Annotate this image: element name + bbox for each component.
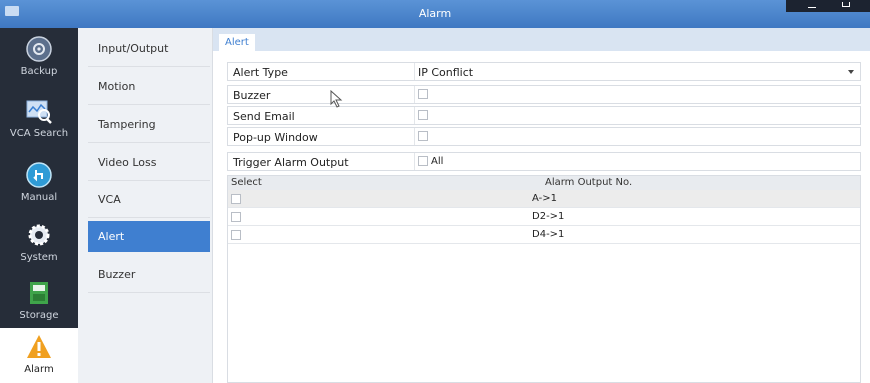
title-bar: Alarm [0, 0, 870, 28]
row-divider [414, 107, 415, 124]
manual-icon [26, 162, 52, 188]
popup-window-checkbox[interactable] [418, 131, 428, 141]
menu-item-tampering[interactable]: Tampering [88, 107, 210, 143]
menu-item-alert[interactable]: Alert [88, 221, 210, 252]
restore-button[interactable] [842, 2, 850, 7]
sidebar-item-alarm[interactable]: Alarm [0, 328, 78, 383]
row-checkbox[interactable] [231, 194, 241, 204]
sidebar-item-label: Backup [20, 66, 58, 77]
trigger-alarm-output-row: Trigger Alarm Output All [227, 152, 861, 171]
tab-alert[interactable]: Alert [219, 34, 255, 51]
alarm-menu: Input/Output Motion Tampering Video Loss… [78, 28, 213, 383]
row-divider [414, 153, 415, 170]
menu-item-video-loss[interactable]: Video Loss [88, 145, 210, 181]
row-divider [414, 63, 415, 80]
alarm-output-cell: A->1 [532, 193, 557, 204]
alert-type-label: Alert Type [233, 66, 288, 79]
popup-window-row: Pop-up Window [227, 127, 861, 146]
alarm-output-table: Select Alarm Output No. A->1 D2->1 D4->1 [227, 175, 861, 383]
system-icon [26, 222, 52, 248]
sidebar-item-label: Storage [19, 310, 59, 321]
sidebar-item-label: VCA Search [9, 128, 69, 139]
send-email-checkbox[interactable] [418, 110, 428, 120]
menu-item-motion[interactable]: Motion [88, 69, 210, 105]
table-header: Select Alarm Output No. [228, 176, 860, 190]
content-area: Alert Alert Type IP Conflict Buzzer Send… [213, 28, 870, 383]
table-row[interactable]: A->1 [228, 190, 860, 208]
sidebar-item-manual[interactable]: Manual [0, 162, 78, 220]
mouse-cursor-icon [330, 89, 344, 112]
buzzer-checkbox[interactable] [418, 89, 428, 99]
send-email-row: Send Email [227, 106, 861, 125]
row-divider [414, 128, 415, 145]
chevron-down-icon[interactable] [848, 70, 854, 74]
alarm-output-cell: D2->1 [532, 211, 565, 222]
table-row[interactable]: D4->1 [228, 226, 860, 244]
window-title: Alarm [418, 7, 452, 20]
sidebar-item-backup[interactable]: Backup [0, 36, 78, 94]
storage-icon [26, 280, 52, 306]
menu-item-buzzer[interactable]: Buzzer [88, 257, 210, 293]
sidebar-item-label: Manual [20, 192, 58, 203]
alarm-output-cell: D4->1 [532, 229, 565, 240]
main-sidebar: Backup VCA Search Manual System Storage … [0, 28, 78, 383]
buzzer-label: Buzzer [233, 89, 271, 102]
row-checkbox[interactable] [231, 230, 241, 240]
row-divider [414, 86, 415, 103]
tab-bar: Alert [213, 28, 870, 51]
minimize-button[interactable] [808, 7, 816, 8]
buzzer-row: Buzzer [227, 85, 861, 104]
trigger-alarm-output-label: Trigger Alarm Output [233, 156, 349, 169]
trigger-all-label: All [431, 156, 444, 167]
send-email-label: Send Email [233, 110, 295, 123]
sidebar-item-label: System [20, 252, 58, 263]
window-controls [786, 0, 870, 12]
menu-item-vca[interactable]: VCA [88, 182, 210, 218]
sidebar-item-label: Alarm [24, 364, 54, 375]
alarm-icon [26, 334, 52, 360]
select-column-header: Select [231, 177, 262, 188]
popup-window-label: Pop-up Window [233, 131, 318, 144]
sidebar-item-system[interactable]: System [0, 222, 78, 280]
backup-icon [26, 36, 52, 62]
alert-type-row: Alert Type IP Conflict [227, 62, 861, 81]
table-row[interactable]: D2->1 [228, 208, 860, 226]
vca-search-icon [26, 98, 52, 124]
alarm-output-column-header: Alarm Output No. [545, 177, 633, 188]
sidebar-item-vca-search[interactable]: VCA Search [0, 98, 78, 156]
trigger-all-checkbox[interactable] [418, 156, 428, 166]
row-checkbox[interactable] [231, 212, 241, 222]
alert-type-select[interactable]: IP Conflict [418, 66, 473, 79]
menu-item-input-output[interactable]: Input/Output [88, 31, 210, 67]
